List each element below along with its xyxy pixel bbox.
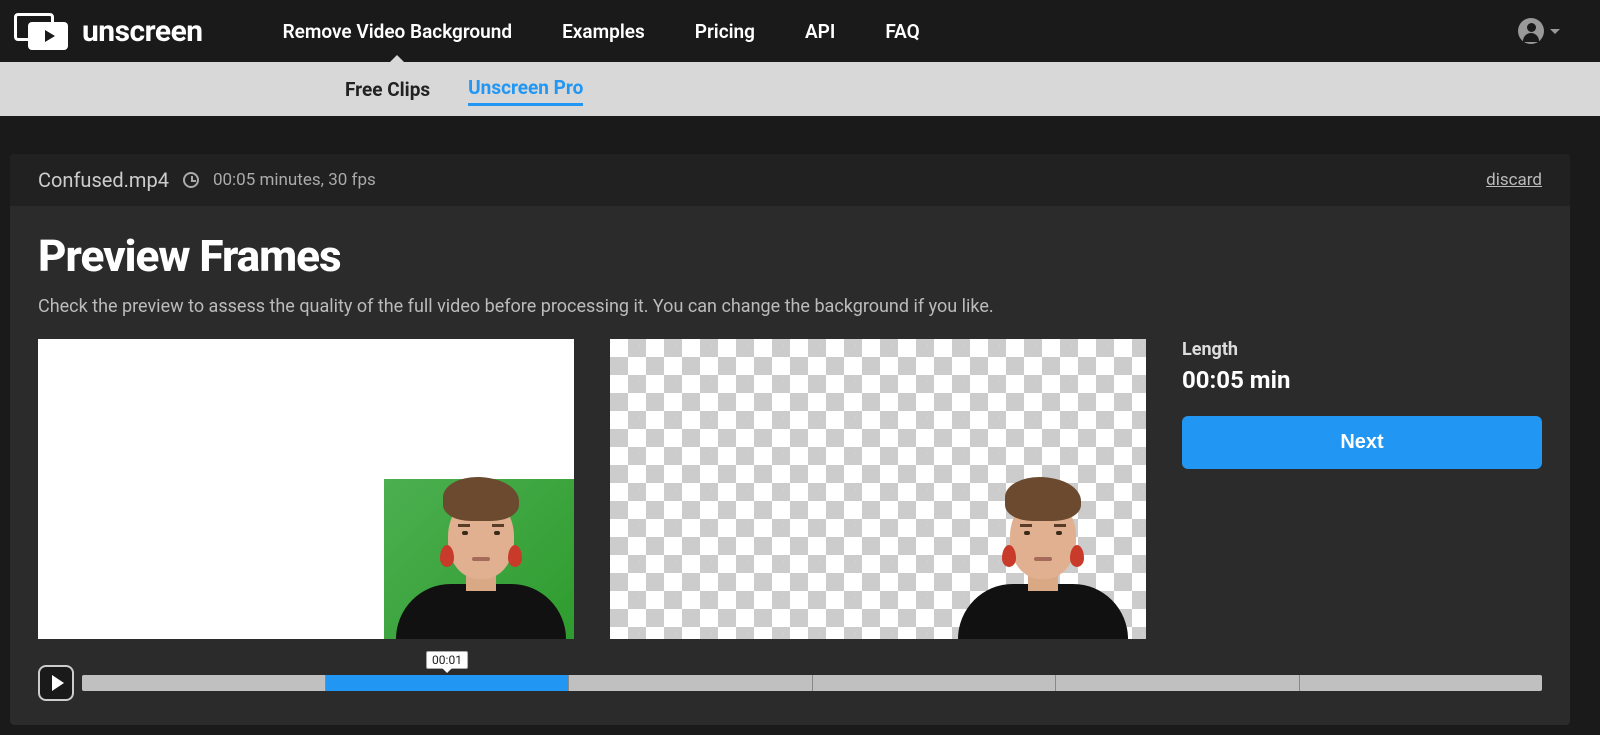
page-title: Preview Frames [38,230,1542,282]
nav-remove-video-bg[interactable]: Remove Video Background [283,2,513,61]
chevron-down-icon [1550,29,1560,34]
subnav-unscreen-pro[interactable]: Unscreen Pro [468,72,583,106]
discard-link[interactable]: discard [1486,170,1542,190]
file-name: Confused.mp4 [38,168,169,192]
timeline-segment[interactable] [569,675,813,691]
clock-icon [183,172,199,188]
preview-original [38,339,574,639]
timeline-track[interactable]: 00:01 [82,675,1542,691]
nav-pricing[interactable]: Pricing [695,2,755,61]
main-card: Confused.mp4 00:05 minutes, 30 fps disca… [10,154,1570,725]
side-panel: Length 00:05 min Next [1182,339,1542,469]
timeline: 00:01 [38,665,1542,701]
length-value: 00:05 min [1182,366,1542,394]
timeline-segment[interactable] [326,675,570,691]
user-icon [1518,18,1544,44]
length-label: Length [1182,339,1542,360]
play-button[interactable] [38,665,74,701]
logo-icon [14,13,68,49]
timeline-segment[interactable] [1056,675,1300,691]
card-header: Confused.mp4 00:05 minutes, 30 fps disca… [10,154,1570,206]
greenscreen-inset [384,479,574,639]
timeline-segment[interactable] [82,675,326,691]
person-figure [396,479,566,639]
person-figure [958,479,1128,639]
preview-frames [38,339,1146,639]
timeline-segment[interactable] [813,675,1057,691]
nav-examples[interactable]: Examples [562,2,645,61]
logo[interactable]: unscreen [14,13,203,49]
timeline-segment[interactable] [1300,675,1543,691]
nav-api[interactable]: API [805,2,835,61]
brand-name: unscreen [82,14,203,49]
nav-faq[interactable]: FAQ [885,2,919,61]
sub-nav: Free Clips Unscreen Pro [0,62,1600,116]
page-description: Check the preview to assess the quality … [38,296,1542,317]
file-meta: 00:05 minutes, 30 fps [213,170,376,190]
account-menu[interactable] [1518,18,1560,44]
next-button[interactable]: Next [1182,416,1542,469]
main-nav: Remove Video Background Examples Pricing… [283,2,920,61]
subnav-free-clips[interactable]: Free Clips [345,74,430,105]
timeline-tooltip: 00:01 [426,651,468,669]
top-header: unscreen Remove Video Background Example… [0,0,1600,62]
preview-nobackground [610,339,1146,639]
